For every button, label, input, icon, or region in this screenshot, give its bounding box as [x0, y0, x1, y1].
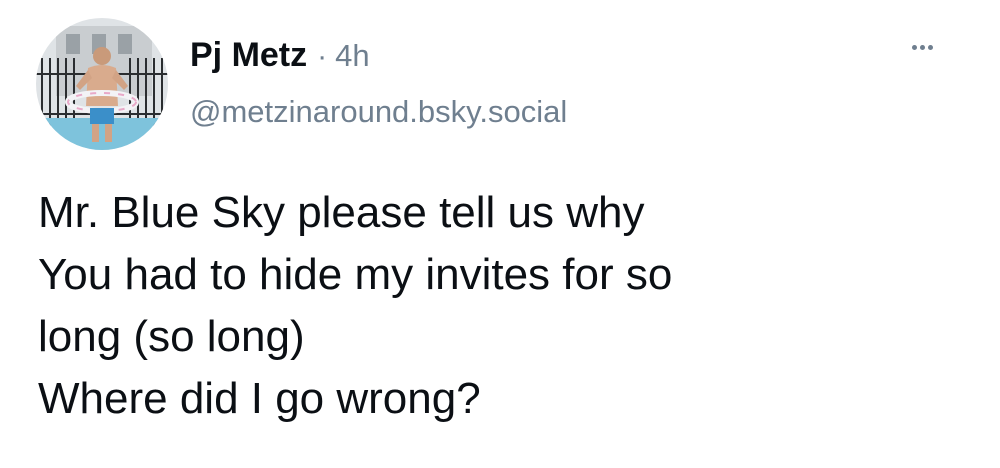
post-text-line: long (so long)	[38, 312, 305, 361]
separator-dot: ·	[317, 40, 328, 73]
more-options-button[interactable]	[900, 32, 944, 62]
post-text-line: Where did I go wrong?	[38, 374, 481, 423]
author-handle[interactable]: @metzinaround.bsky.social	[190, 94, 567, 130]
more-horizontal-icon	[911, 44, 933, 50]
post-text-line: Mr. Blue Sky please tell us why	[38, 188, 645, 237]
author-display-name[interactable]: Pj Metz	[190, 36, 307, 75]
post-timestamp[interactable]: 4h	[335, 38, 369, 74]
post-card: Pj Metz · 4h @metzinaround.bsky.social M…	[0, 0, 1000, 468]
post-text: Mr. Blue Sky please tell us why You had …	[38, 182, 978, 430]
avatar-photo-icon	[36, 18, 168, 150]
author-line: Pj Metz · 4h	[190, 36, 370, 86]
author-avatar[interactable]	[36, 18, 168, 150]
post-text-line: You had to hide my invites for so	[38, 250, 673, 299]
